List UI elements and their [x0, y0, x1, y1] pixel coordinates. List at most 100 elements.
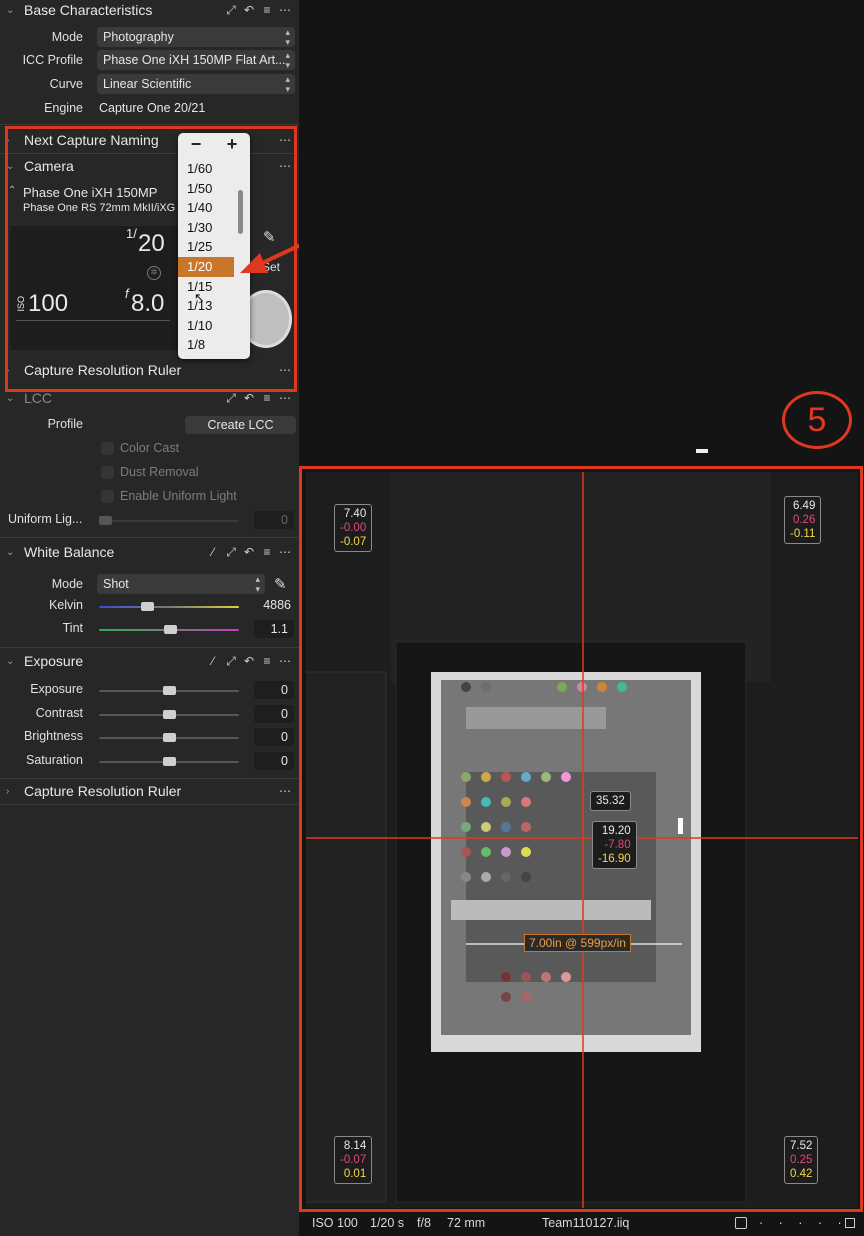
uniform-light-label: Enable Uniform Light [120, 489, 237, 503]
slider-knob[interactable] [163, 710, 176, 719]
curve-dropdown[interactable]: Linear Scientific ▴ ▾ [97, 74, 295, 94]
exposure-value[interactable]: 0 [254, 681, 294, 699]
create-lcc-button[interactable]: Create LCC [185, 416, 296, 434]
slider-knob[interactable] [163, 686, 176, 695]
icc-profile-dropdown[interactable]: Phase One iXH 150MP Flat Art... ▴ ▾ [97, 50, 295, 70]
wb-mode-dropdown[interactable]: Shot ▴ ▾ [97, 574, 265, 594]
slider-knob[interactable] [163, 733, 176, 742]
section-tools: ⁄ ⤢ ↶ ≡ ⋯ [207, 654, 291, 669]
callout-five: 5 [782, 391, 852, 449]
icc-profile-label: ICC Profile [22, 53, 83, 67]
contrast-slider[interactable] [99, 710, 239, 719]
presets-icon[interactable]: ≡ [261, 3, 273, 17]
expand-icon[interactable]: ⤢ [225, 391, 237, 405]
divider [0, 778, 299, 779]
icc-profile-value: Phase One iXH 150MP Flat Art... [103, 53, 286, 67]
updown-icon: ▴ ▾ [285, 27, 290, 47]
section-tools: ⋯ [279, 784, 291, 798]
uniform-light-amount-label: Uniform Lig... [8, 512, 83, 526]
status-focal: 72 mm [447, 1216, 486, 1230]
engine-label: Engine [44, 101, 83, 115]
presets-icon[interactable]: ≡ [261, 391, 273, 405]
uniform-light-checkbox[interactable] [101, 490, 114, 503]
chevron-right-icon[interactable]: › [6, 785, 18, 799]
saturation-slider[interactable] [99, 757, 239, 766]
section-title: LCC [24, 390, 53, 406]
reset-icon[interactable]: ↶ [243, 654, 255, 668]
divider [0, 647, 299, 648]
chevron-down-icon[interactable]: ⌄ [6, 4, 18, 18]
updown-icon: ▴ ▾ [285, 74, 290, 94]
wb-mode-value: Shot [103, 577, 129, 591]
divider [0, 124, 299, 125]
wb-mode-label: Mode [51, 577, 83, 591]
exposure-slider[interactable] [99, 686, 239, 695]
reset-icon[interactable]: ↶ [243, 545, 255, 559]
slider-knob[interactable] [141, 602, 154, 611]
more-icon[interactable]: ⋯ [279, 3, 291, 17]
presets-icon[interactable]: ≡ [261, 545, 273, 559]
section-title: Capture Resolution Ruler [24, 783, 182, 799]
highlight-box-viewer [299, 466, 863, 1212]
chevron-down-icon[interactable]: ⌄ [6, 392, 18, 406]
divider [0, 537, 299, 538]
more-icon[interactable]: ⋯ [279, 784, 291, 798]
eyedropper-icon[interactable]: ✎ [274, 575, 287, 593]
mode-value: Photography [103, 30, 174, 44]
exposure-header[interactable]: ⌄ Exposure ⁄ ⤢ ↶ ≡ ⋯ [0, 651, 299, 673]
slider-knob[interactable] [163, 757, 176, 766]
uniform-light-value[interactable]: 0 [254, 511, 294, 529]
tint-slider[interactable] [99, 625, 239, 634]
more-icon[interactable]: ⋯ [279, 545, 291, 559]
expand-icon[interactable]: ⤢ [225, 3, 237, 17]
presets-icon[interactable]: ≡ [261, 654, 273, 668]
tint-value[interactable]: 1.1 [254, 620, 294, 638]
kelvin-slider[interactable] [99, 602, 239, 611]
magic-wand-icon[interactable]: ⁄ [207, 654, 219, 668]
white-balance-header[interactable]: ⌄ White Balance ⁄ ⤢ ↶ ≡ ⋯ [0, 542, 299, 564]
status-filename: Team110127.iiq [542, 1216, 630, 1230]
dust-removal-label: Dust Removal [120, 465, 199, 479]
section-tools: ⤢ ↶ ≡ ⋯ [225, 3, 291, 18]
capture-resolution-ruler-bottom-header[interactable]: › Capture Resolution Ruler ⋯ [0, 781, 299, 803]
color-cast-label: Color Cast [120, 441, 180, 455]
profile-label: Profile [47, 417, 83, 431]
slider-knob[interactable] [164, 625, 177, 634]
updown-icon: ▴ ▾ [285, 50, 290, 70]
details-icon[interactable] [845, 1218, 855, 1228]
more-icon[interactable]: ⋯ [279, 654, 291, 668]
dust-removal-checkbox[interactable] [101, 466, 114, 479]
checkbox-icon[interactable] [735, 1217, 747, 1229]
slider-knob[interactable] [99, 516, 112, 525]
tint-label: Tint [62, 621, 83, 635]
base-characteristics-header[interactable]: ⌄ Base Characteristics ⤢ ↶ ≡ ⋯ [0, 0, 299, 22]
mode-dropdown[interactable]: Photography ▴ ▾ [97, 27, 295, 47]
reset-icon[interactable]: ↶ [243, 391, 255, 405]
section-title: Exposure [24, 653, 84, 669]
section-title: Base Characteristics [24, 2, 153, 18]
section-title: White Balance [24, 544, 115, 560]
kelvin-value[interactable]: 4886 [251, 598, 291, 612]
brightness-slider[interactable] [99, 733, 239, 742]
contrast-value[interactable]: 0 [254, 705, 294, 723]
brightness-value[interactable]: 0 [254, 728, 294, 746]
more-icon[interactable]: ⋯ [279, 391, 291, 405]
expand-icon[interactable]: ⤢ [225, 545, 237, 559]
reset-icon[interactable]: ↶ [243, 3, 255, 17]
chevron-down-icon[interactable]: ⌄ [6, 546, 18, 560]
saturation-label: Saturation [26, 753, 83, 767]
mode-label: Mode [51, 30, 83, 44]
chevron-down-icon[interactable]: ⌄ [6, 655, 18, 669]
color-cast-checkbox[interactable] [101, 442, 114, 455]
exposure-label: Exposure [30, 682, 83, 696]
rating-dots-icon[interactable]: · · · · · [759, 1216, 848, 1230]
status-iso: ISO 100 [312, 1216, 358, 1230]
engine-value: Capture One 20/21 [99, 101, 206, 115]
saturation-value[interactable]: 0 [254, 752, 294, 770]
section-tools: ⤢ ↶ ≡ ⋯ [225, 391, 291, 406]
curve-label: Curve [49, 77, 83, 91]
expand-icon[interactable]: ⤢ [225, 654, 237, 668]
magic-wand-icon[interactable]: ⁄ [207, 545, 219, 559]
uniform-light-slider[interactable] [99, 516, 239, 525]
brightness-label: Brightness [23, 729, 83, 743]
